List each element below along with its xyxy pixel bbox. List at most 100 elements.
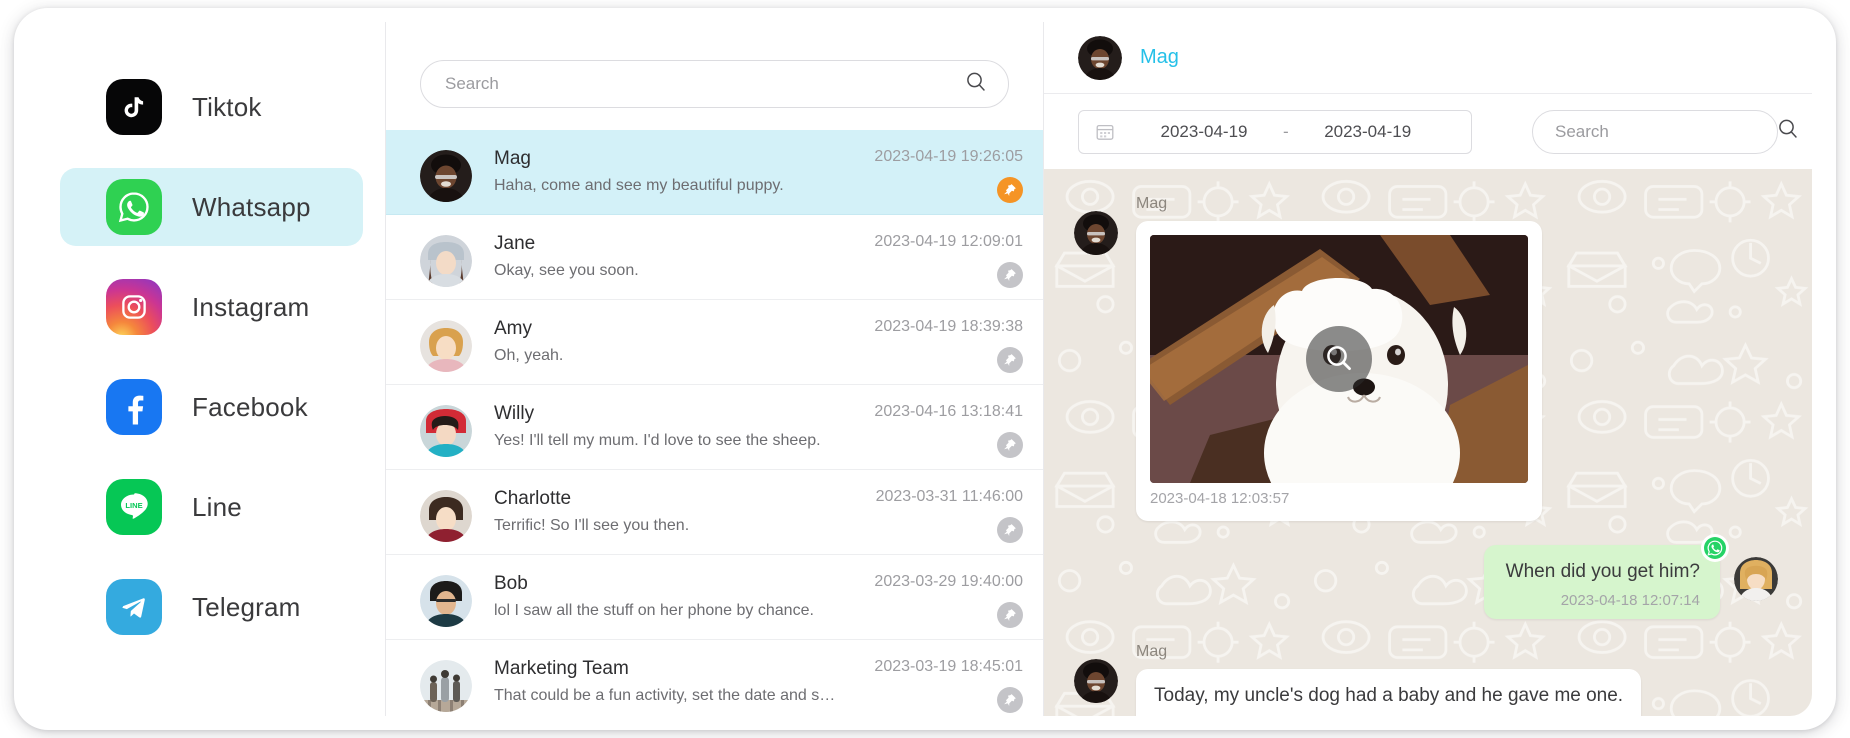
conversation-searchbox[interactable] (1532, 109, 1797, 154)
conversation-header: Mag (1044, 22, 1812, 94)
instagram-icon (106, 279, 162, 335)
chat-item-name: Jane (494, 233, 536, 254)
chat-item-time: 2023-03-29 19:40:00 (874, 573, 1023, 590)
message-image[interactable] (1150, 235, 1528, 483)
sidebar-item-instagram[interactable]: Instagram (60, 268, 363, 346)
whatsapp-icon (106, 179, 162, 235)
avatar (420, 405, 472, 457)
chat-item-preview: Yes! I'll tell my mum. I'd love to see t… (494, 432, 821, 449)
chat-item-main: Mag Haha, come and see my beautiful puppy… (472, 148, 838, 195)
pin-icon[interactable] (997, 177, 1023, 203)
sidebar-item-facebook[interactable]: Facebook (60, 368, 363, 446)
svg-text:LINE: LINE (125, 501, 142, 510)
conversation-filters: 2023-04-19 - 2023-04-19 (1044, 94, 1812, 169)
chat-item-preview: Okay, see you soon. (494, 262, 639, 279)
app-window: Tiktok Whatsapp Instagram Facebook LINE … (38, 22, 1812, 716)
avatar (420, 150, 472, 202)
whatsapp-icon (1701, 534, 1729, 562)
chat-list-item[interactable]: Bob lol I saw all the stuff on her phone … (386, 555, 1043, 640)
message-time: 2023-04-18 12:07:25 (1154, 715, 1623, 716)
date-range-end[interactable]: 2023-04-19 (1293, 122, 1443, 142)
search-input[interactable] (445, 74, 964, 94)
message-time: 2023-04-18 12:07:14 (1560, 591, 1700, 609)
avatar (1734, 557, 1778, 601)
avatar (420, 660, 472, 712)
chat-item-main: Charlotte Terrific! So I'll see you then. (472, 488, 838, 535)
chat-item-main: Jane Okay, see you soon. (472, 233, 838, 280)
message-body: When did you get him? 2023-04-18 12:07:1… (1483, 534, 1729, 619)
message-out-text[interactable]: When did you get him? 2023-04-18 12:07:1… (1074, 534, 1778, 619)
chat-item-meta: 2023-04-19 18:39:38 (838, 318, 1023, 373)
sidebar-item-line[interactable]: LINE Line (60, 468, 363, 546)
chat-item-meta: 2023-03-29 19:40:00 (838, 573, 1023, 628)
chat-list-item[interactable]: Charlotte Terrific! So I'll see you then.… (386, 470, 1043, 555)
chat-list-searchbox[interactable] (420, 60, 1009, 108)
date-range-picker[interactable]: 2023-04-19 - 2023-04-19 (1078, 109, 1472, 154)
message-bubble[interactable]: 2023-04-18 12:03:57 (1136, 221, 1542, 521)
conversation-panel: Mag 2023-04-19 - 2023-04-19 Search Mag 2… (1044, 22, 1812, 716)
chat-item-name: Charlotte (494, 488, 572, 509)
sidebar-item-label: Telegram (192, 591, 301, 622)
chat-item-time: 2023-04-19 19:26:05 (874, 148, 1023, 165)
chat-item-name: Willy (494, 403, 535, 424)
message-body: Mag 2023-04-18 12:03:57 (1136, 195, 1542, 521)
sidebar-item-label: Tiktok (192, 91, 262, 122)
chat-item-meta: 2023-04-16 13:18:41 (838, 403, 1023, 458)
search-input[interactable] (1555, 121, 1776, 142)
sidebar-item-label: Facebook (192, 391, 308, 422)
chat-item-main: Willy Yes! I'll tell my mum. I'd love to … (472, 403, 838, 450)
message-in-text[interactable]: Mag Today, my uncle's dog had a baby and… (1074, 643, 1778, 716)
avatar (1074, 658, 1118, 703)
date-range-start[interactable]: 2023-04-19 (1129, 122, 1279, 142)
chat-list[interactable]: Mag Haha, come and see my beautiful puppy… (386, 130, 1043, 716)
message-text: When did you get him? (1505, 561, 1700, 582)
facebook-icon (106, 379, 162, 435)
message-bubble[interactable]: When did you get him? 2023-04-18 12:07:1… (1483, 534, 1729, 619)
zoom-search-icon[interactable] (1306, 326, 1372, 392)
message-bubble[interactable]: Today, my uncle's dog had a baby and he … (1136, 668, 1642, 716)
sidebar-item-tiktok[interactable]: Tiktok (60, 68, 363, 146)
search-icon[interactable] (1776, 117, 1800, 146)
message-in-image[interactable]: Mag 2023-04-18 12:03:57 (1074, 195, 1778, 521)
chat-list-item[interactable]: Mag Haha, come and see my beautiful puppy… (386, 130, 1043, 215)
device-frame: Tiktok Whatsapp Instagram Facebook LINE … (14, 8, 1836, 730)
sidebar-item-label: Line (192, 491, 242, 522)
tiktok-icon (106, 79, 162, 135)
pin-icon[interactable] (997, 347, 1023, 373)
chat-item-preview: Oh, yeah. (494, 347, 564, 364)
date-range-separator: - (1283, 121, 1289, 141)
chat-item-time: 2023-04-16 13:18:41 (874, 403, 1023, 420)
chat-list-item[interactable]: Willy Yes! I'll tell my mum. I'd love to … (386, 385, 1043, 470)
chat-item-preview: lol I saw all the stuff on her phone by … (494, 602, 814, 619)
message-sender: Mag (1136, 642, 1168, 660)
chat-item-name: Mag (494, 148, 531, 169)
chat-item-preview: That could be a fun activity, set the da… (494, 687, 838, 704)
avatar (420, 235, 472, 287)
telegram-icon (106, 579, 162, 635)
pin-icon[interactable] (997, 602, 1023, 628)
chat-item-time: 2023-03-19 18:45:01 (874, 658, 1023, 675)
message-sender: Mag (1136, 195, 1168, 212)
chat-item-time: 2023-03-31 11:46:00 (875, 488, 1023, 505)
message-thread[interactable]: Mag 2023-04-18 12:03:57 When did you get… (1044, 169, 1812, 716)
chat-item-main: Bob lol I saw all the stuff on her phone … (472, 573, 838, 620)
sidebar: Tiktok Whatsapp Instagram Facebook LINE … (38, 22, 385, 716)
chat-item-name: Amy (494, 318, 532, 339)
chat-list-item[interactable]: Jane Okay, see you soon. 2023-04-19 12:09:… (386, 215, 1043, 300)
pin-icon[interactable] (997, 432, 1023, 458)
message-body: Mag Today, my uncle's dog had a baby and… (1136, 642, 1642, 716)
search-icon[interactable] (964, 70, 988, 99)
chat-item-meta: 2023-03-31 11:46:00 (838, 488, 1023, 543)
chat-list-item[interactable]: Marketing Team That could be a fun activi… (386, 640, 1043, 716)
sidebar-item-whatsapp[interactable]: Whatsapp (60, 168, 363, 246)
sidebar-item-telegram[interactable]: Telegram (60, 568, 363, 646)
chat-list-item[interactable]: Amy Oh, yeah. 2023-04-19 18:39:38 (386, 300, 1043, 385)
pin-icon[interactable] (997, 262, 1023, 288)
pin-icon[interactable] (997, 517, 1023, 543)
avatar (1074, 211, 1118, 255)
page-title: Mag (1140, 46, 1179, 68)
pin-icon[interactable] (997, 687, 1023, 713)
avatar (420, 490, 472, 542)
chat-item-preview: Terrific! So I'll see you then. (494, 517, 690, 534)
avatar (420, 320, 472, 372)
